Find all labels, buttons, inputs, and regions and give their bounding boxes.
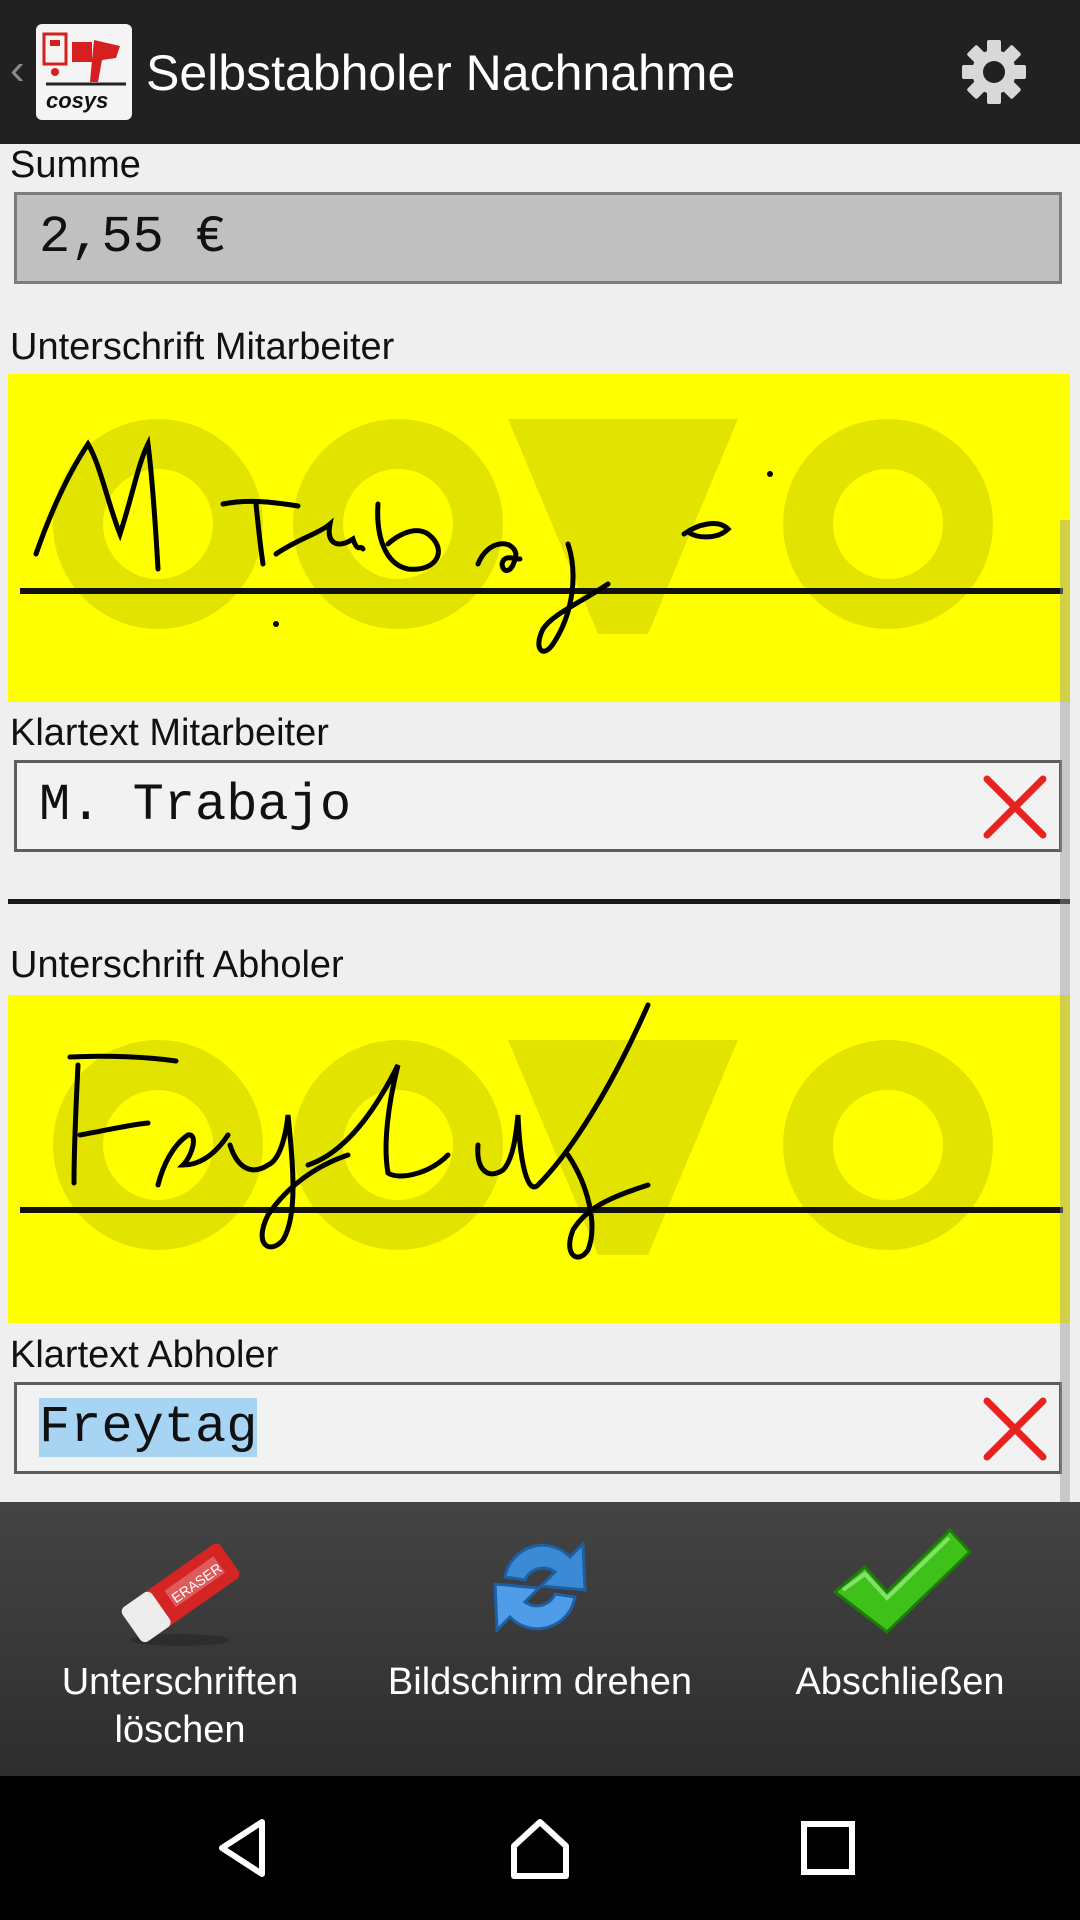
rotate-screen-label: Bildschirm drehen xyxy=(387,1661,693,1703)
employee-plain-label: Klartext Mitarbeiter xyxy=(10,712,329,754)
clear-signatures-button[interactable]: ERASER Unterschriften löschen xyxy=(30,1502,330,1776)
sig-collector-label: Unterschrift Abholer xyxy=(10,944,344,986)
signature-pad-collector[interactable] xyxy=(8,995,1070,1323)
collector-name-field[interactable]: Freytag xyxy=(14,1382,1062,1474)
system-nav-bar xyxy=(0,1776,1080,1920)
page-title: Selbstabholer Nachnahme xyxy=(146,45,736,101)
section-divider xyxy=(8,899,1070,904)
checkmark-icon xyxy=(832,1527,973,1634)
refresh-icon xyxy=(493,1540,587,1634)
rotate-screen-button[interactable]: Bildschirm drehen xyxy=(365,1502,715,1776)
red-x-icon[interactable] xyxy=(981,1395,1049,1463)
finish-label: Abschließen xyxy=(795,1661,1005,1703)
svg-text:cosys: cosys xyxy=(46,88,108,113)
bottom-toolbar: ERASER Unterschriften löschen Bildschirm… xyxy=(0,1502,1080,1776)
square-recents-icon[interactable] xyxy=(794,1814,862,1882)
chevron-left-icon[interactable]: ‹ xyxy=(10,48,25,92)
collector-plain-label: Klartext Abholer xyxy=(10,1334,279,1376)
home-icon[interactable] xyxy=(506,1814,574,1882)
app-logo-icon[interactable]: cosys xyxy=(36,24,132,120)
signature-pad-employee[interactable] xyxy=(8,374,1070,702)
action-bar: ‹ cosys Selbstabholer Nachnahme xyxy=(0,0,1080,144)
eraser-icon: ERASER xyxy=(121,1543,240,1646)
red-x-icon[interactable] xyxy=(981,773,1049,841)
gear-icon[interactable] xyxy=(958,36,1030,108)
sig-employee-label: Unterschrift Mitarbeiter xyxy=(10,326,395,368)
collector-name-value: Freytag xyxy=(39,1398,258,1457)
summe-label: Summe xyxy=(10,144,141,186)
form-content: Summe 2,55 € Unterschrift Mitarbeiter Kl… xyxy=(0,144,1080,1640)
summe-field: 2,55 € xyxy=(14,192,1062,284)
employee-name-field[interactable]: M. Trabajo xyxy=(14,760,1062,852)
clear-signatures-label: Unterschriften löschen xyxy=(61,1661,299,1751)
scrollbar[interactable] xyxy=(1060,520,1070,1640)
employee-name-value: M. Trabajo xyxy=(39,776,352,835)
finish-button[interactable]: Abschließen xyxy=(770,1502,1030,1776)
triangle-back-icon[interactable] xyxy=(208,1814,276,1882)
